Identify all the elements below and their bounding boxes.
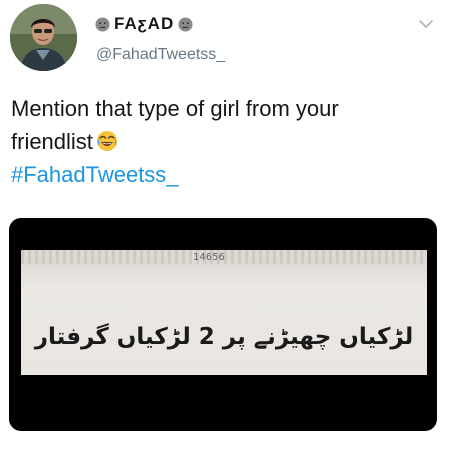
tears-of-joy-icon bbox=[96, 130, 118, 152]
newspaper-clipping: 14656 لڑکیاں چھیڑنے پر 2 لڑکیاں گرفتار bbox=[21, 250, 427, 375]
avatar[interactable] bbox=[10, 4, 77, 71]
neutral-face-icon bbox=[95, 16, 110, 32]
display-name: FAƹAD bbox=[114, 14, 175, 33]
tweet-text-line-2: friendlist bbox=[11, 125, 443, 158]
tweet-text-line: Mention that type of girl from your bbox=[11, 96, 339, 121]
clipping-number: 14656 bbox=[193, 252, 225, 263]
display-name-row[interactable]: FAƹAD bbox=[95, 14, 193, 34]
urdu-headline: لڑکیاں چھیڑنے پر 2 لڑکیاں گرفتار bbox=[34, 323, 414, 350]
neutral-face-icon bbox=[178, 16, 193, 32]
chevron-down-icon[interactable] bbox=[418, 16, 434, 32]
tweet-text-word: friendlist bbox=[11, 129, 93, 154]
user-handle[interactable]: @FahadTweetss_ bbox=[96, 46, 225, 64]
avatar-image bbox=[10, 4, 77, 71]
tweet-text: Mention that type of girl from your frie… bbox=[11, 92, 443, 191]
headline-text: لڑکیاں چھیڑنے پر 2 لڑکیاں گرفتار bbox=[34, 323, 414, 350]
tweet: FAƹAD @FahadTweetss_ Mention that type o… bbox=[0, 0, 450, 450]
media-image[interactable]: 14656 لڑکیاں چھیڑنے پر 2 لڑکیاں گرفتار bbox=[9, 218, 437, 431]
hashtag-link[interactable]: #FahadTweetss_ bbox=[11, 158, 443, 191]
